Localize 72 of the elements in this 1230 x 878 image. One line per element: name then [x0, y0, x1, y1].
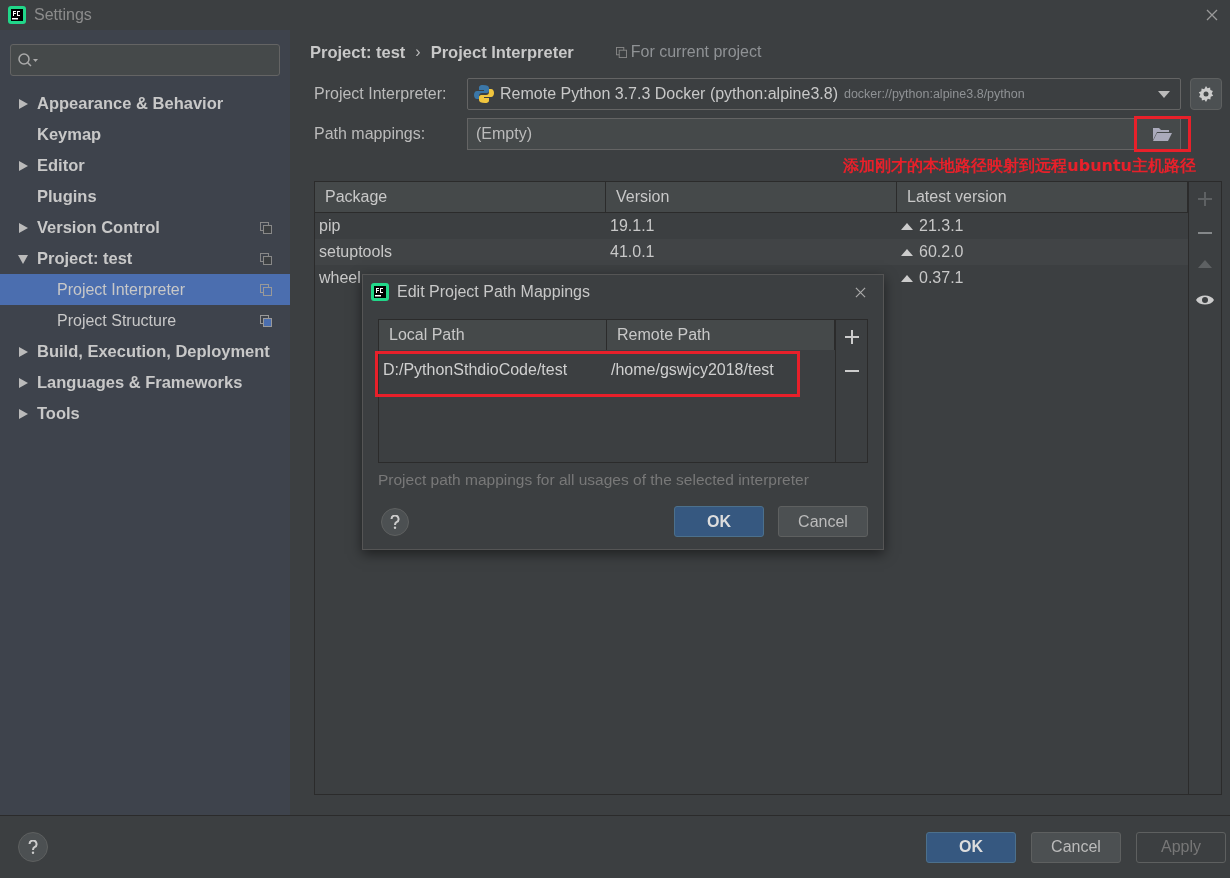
dialog-button[interactable]: Cancel [778, 506, 868, 537]
table-cell: 41.0.1 [610, 243, 655, 261]
table-cell: 19.1.1 [610, 217, 655, 235]
help-button[interactable] [18, 832, 48, 862]
breadcrumb-current: Project Interpreter [430, 42, 574, 62]
close-icon[interactable] [855, 286, 866, 298]
expand-arrow-icon[interactable] [18, 160, 28, 171]
help-button[interactable] [381, 507, 409, 536]
upgrade-icon [901, 248, 913, 256]
column-header[interactable]: Version [606, 182, 897, 212]
search-icon [17, 52, 39, 68]
sidebar-item[interactable]: Version Control [0, 212, 290, 243]
column-header[interactable]: Local Path [379, 320, 607, 350]
expand-arrow-icon[interactable] [18, 346, 28, 357]
annotation-text: 添加刚才的本地路径映射到远程ubuntu主机路径 [843, 156, 1196, 177]
expand-arrow-icon[interactable] [18, 253, 28, 264]
app-logo-icon [8, 6, 26, 24]
annotation-box [1134, 116, 1191, 152]
expand-arrow-icon[interactable] [18, 98, 28, 109]
sidebar-item[interactable]: Keymap [0, 119, 290, 150]
sidebar-item[interactable]: Tools [0, 398, 290, 429]
column-header[interactable]: Remote Path [607, 320, 835, 350]
path-mappings-field[interactable]: (Empty) [467, 118, 1181, 150]
search-field[interactable] [10, 44, 280, 76]
dialog-button[interactable]: OK [926, 831, 1016, 863]
copy-icon [615, 46, 627, 58]
path-mappings-label: Path mappings: [314, 125, 427, 143]
upgrade-icon [901, 274, 913, 282]
sidebar-item[interactable]: Languages & Frameworks [0, 367, 290, 398]
sidebar-item[interactable]: Editor [0, 150, 290, 181]
scope-label: For current project [630, 43, 762, 61]
dialog-title: Edit Project Path Mappings [397, 283, 590, 301]
sidebar-item[interactable]: Build, Execution, Deployment [0, 336, 290, 367]
table-cell-text: setuptools [318, 243, 393, 261]
sidebar-item[interactable]: Plugins [0, 181, 290, 212]
table-cell-text: D:/PythonSthdioCode/test [382, 361, 569, 379]
table-cell: 60.2.0 [919, 243, 964, 261]
question-mark-icon [390, 514, 400, 529]
caret-icon [1158, 90, 1170, 98]
dialog-button[interactable]: OK [674, 506, 764, 537]
dialog-note: Project path mappings for all usages of the selected interpreter [378, 471, 810, 489]
interpreter-value: Remote Python 3.7.3 Docker (python:alpine3.8) [500, 85, 838, 103]
close-icon[interactable] [1206, 9, 1218, 21]
table-cell-text: pip [318, 217, 342, 235]
expand-arrow-icon[interactable] [18, 222, 28, 233]
breadcrumb-separator: › [415, 43, 421, 61]
breadcrumb-parent[interactable]: Project: test [310, 42, 406, 62]
eye-icon[interactable] [1196, 294, 1214, 306]
folder-icon [1152, 126, 1172, 142]
sidebar-item[interactable]: Project Structure [0, 305, 290, 336]
expand-arrow-icon[interactable] [18, 377, 28, 388]
table-cell: 0.37.1 [919, 269, 964, 287]
table-cell-text: /home/gswjcy2018/test [610, 361, 775, 379]
sidebar-item[interactable]: Project: test [0, 243, 290, 274]
upgrade-icon [901, 222, 913, 230]
expand-arrow-icon[interactable] [18, 408, 28, 419]
table-cell: 21.3.1 [919, 217, 964, 235]
sidebar-item[interactable]: Appearance & Behavior [0, 88, 290, 119]
dialog-button[interactable]: Cancel [1031, 831, 1121, 863]
column-header[interactable]: Latest version [897, 182, 1188, 212]
settings-icon [1198, 86, 1214, 102]
settings-button[interactable] [1190, 78, 1222, 110]
table-cell-text: wheel [318, 269, 362, 287]
python-icon [474, 84, 494, 104]
question-mark-icon [28, 840, 38, 854]
interpreter-dropdown[interactable]: Remote Python 3.7.3 Docker (python:alpine3.8) docker://python:alpine3.8/python [467, 78, 1181, 110]
sidebar-item[interactable]: Project Interpreter [0, 274, 290, 305]
interpreter-label: Project Interpreter: [314, 85, 448, 103]
window-title: Settings [34, 6, 92, 24]
column-header[interactable]: Package [315, 182, 606, 212]
interpreter-path: docker://python:alpine3.8/python [843, 87, 1025, 101]
app-logo-icon [371, 283, 389, 301]
